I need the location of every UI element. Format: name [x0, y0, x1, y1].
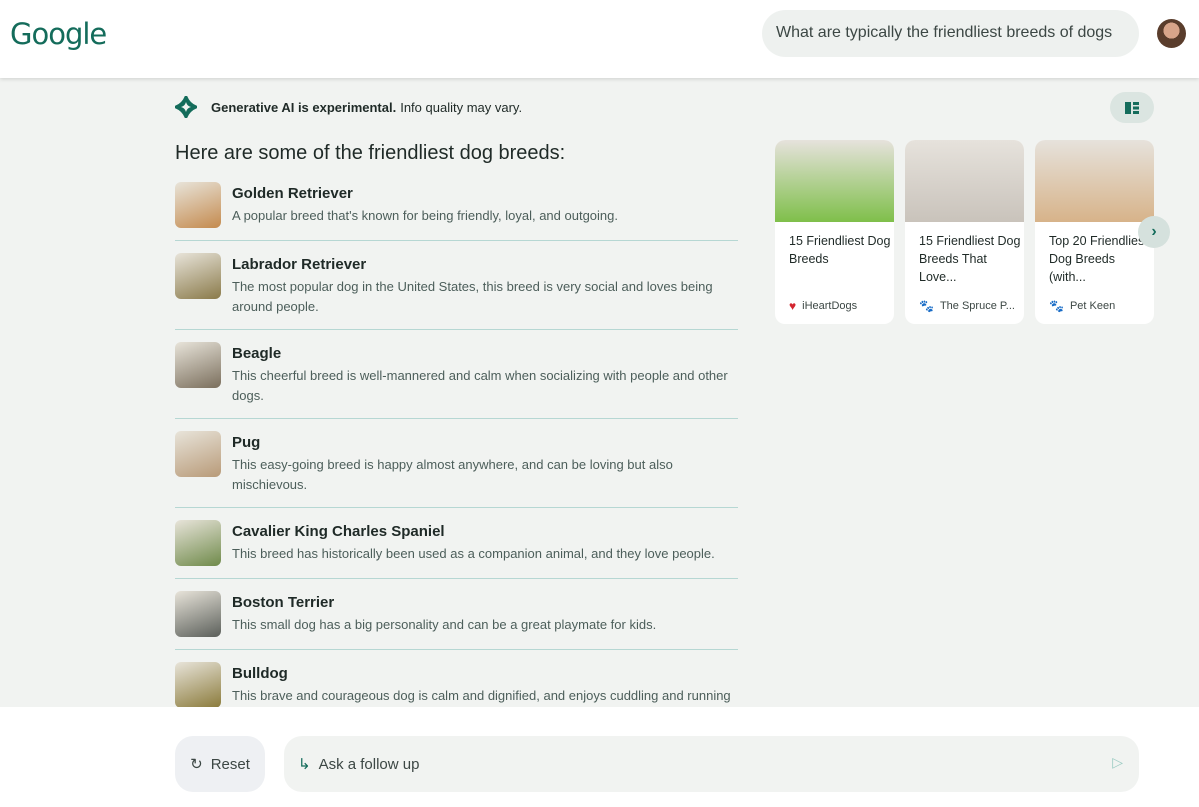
- notice-text: Info quality may vary.: [400, 99, 523, 115]
- reply-arrow-icon: ↳: [298, 756, 311, 773]
- breed-thumbnail: [175, 182, 221, 228]
- breed-description: This easy-going breed is happy almost an…: [232, 457, 673, 492]
- breed-name: Boston Terrier: [232, 594, 335, 611]
- breed-name: Beagle: [232, 345, 282, 362]
- source-site: Pet Keen: [1069, 300, 1116, 312]
- breed-item[interactable]: Cavalier King Charles Spaniel This breed…: [175, 520, 738, 579]
- follow-up-input[interactable]: ↳ Ask a follow up ▷: [284, 736, 1139, 792]
- paw-icon: 🐾: [1049, 299, 1064, 313]
- breed-name: Bulldog: [232, 665, 288, 682]
- breed-item[interactable]: Boston Terrier This small dog has a big …: [175, 591, 738, 650]
- send-icon[interactable]: ▷: [1112, 754, 1123, 771]
- source-site: The Spruce P...: [939, 300, 1015, 312]
- reset-button[interactable]: ↻ Reset: [175, 736, 265, 792]
- breed-description: The most popular dog in the United State…: [232, 279, 713, 314]
- breed-thumbnail: [175, 662, 221, 708]
- reset-label: Reset: [210, 755, 250, 773]
- experimental-notice: Generative AI is experimental. Info qual…: [175, 96, 522, 118]
- breed-thumbnail: [175, 520, 221, 566]
- breed-item[interactable]: Pug This easy-going breed is happy almos…: [175, 431, 738, 508]
- source-site: iHeartDogs: [802, 300, 858, 312]
- breed-name: Cavalier King Charles Spaniel: [232, 523, 445, 540]
- breed-name: Golden Retriever: [232, 185, 353, 202]
- breed-item[interactable]: Labrador Retriever The most popular dog …: [175, 253, 738, 330]
- google-logo[interactable]: Google: [10, 17, 107, 51]
- breed-description: This breed has historically been used as…: [232, 546, 715, 561]
- source-card[interactable]: 15 Friendliest Dog Breeds That Love... 🐾…: [905, 140, 1024, 324]
- follow-up-placeholder: Ask a follow up: [318, 755, 420, 773]
- chevron-right-icon: ›: [1151, 223, 1157, 240]
- source-title: Top 20 Friendliest Dog Breeds (with...: [1049, 234, 1148, 284]
- source-card[interactable]: Top 20 Friendliest Dog Breeds (with... 🐾…: [1035, 140, 1154, 324]
- refresh-icon: ↻: [190, 756, 203, 773]
- footer: ↻ Reset ↳ Ask a follow up ▷: [0, 707, 1199, 807]
- sparkle-icon: [175, 96, 197, 118]
- breed-list: Golden Retriever A popular breed that's …: [175, 182, 738, 733]
- avatar[interactable]: [1157, 19, 1186, 48]
- breed-thumbnail: [175, 431, 221, 477]
- breed-name: Pug: [232, 434, 261, 451]
- heart-paw-icon: ♥: [789, 299, 797, 313]
- breed-thumbnail: [175, 342, 221, 388]
- source-title: 15 Friendliest Dog Breeds That Love...: [919, 234, 1021, 284]
- layout-toggle-button[interactable]: [1110, 92, 1154, 123]
- search-query-box[interactable]: What are typically the friendliest breed…: [762, 10, 1139, 57]
- answer-title: Here are some of the friendliest dog bre…: [175, 142, 566, 164]
- breed-name: Labrador Retriever: [232, 256, 367, 273]
- breed-description: A popular breed that's known for being f…: [232, 208, 618, 223]
- source-cards: 15 Friendliest Dog Breeds ♥ iHeartDogs 15…: [775, 140, 1154, 324]
- source-image: [775, 140, 894, 222]
- paw-icon: 🐾: [919, 299, 934, 313]
- breed-item[interactable]: Beagle This cheerful breed is well-manne…: [175, 342, 738, 419]
- breed-item[interactable]: Golden Retriever A popular breed that's …: [175, 182, 738, 241]
- source-image: [905, 140, 1024, 222]
- notice-bold: Generative AI is experimental.: [211, 99, 397, 115]
- breed-thumbnail: [175, 253, 221, 299]
- source-image: [1035, 140, 1154, 222]
- next-sources-button[interactable]: ›: [1138, 216, 1170, 248]
- breed-description: This cheerful breed is well-mannered and…: [232, 368, 728, 403]
- breed-thumbnail: [175, 591, 221, 637]
- source-title: 15 Friendliest Dog Breeds: [789, 234, 891, 266]
- source-card[interactable]: 15 Friendliest Dog Breeds ♥ iHeartDogs: [775, 140, 894, 324]
- breed-description: This small dog has a big personality and…: [232, 617, 657, 632]
- breed-description: This brave and courageous dog is calm an…: [232, 688, 731, 703]
- header: Google What are typically the friendlies…: [0, 0, 1199, 78]
- panel-layout-icon: [1125, 101, 1139, 114]
